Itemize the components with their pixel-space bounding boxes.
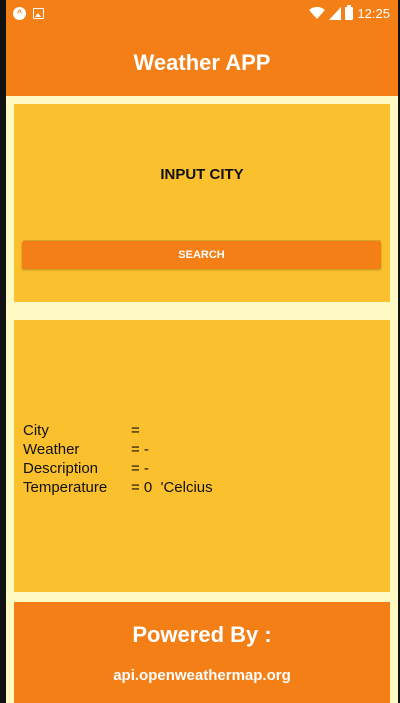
result-value: = - xyxy=(131,460,149,477)
city-input-field[interactable] xyxy=(23,228,381,243)
result-value: = xyxy=(131,422,140,439)
result-key: City xyxy=(23,422,49,439)
result-value: = 0 'Celcius xyxy=(131,479,213,496)
result-row-temperature: Temperature = 0 'Celcius xyxy=(23,478,213,497)
result-key: Temperature xyxy=(23,479,108,496)
app-screen: ^ 12:25 Weather APP INPUT CITY SEARCH Ci… xyxy=(6,0,398,703)
footer: Powered By : api.openweathermap.org xyxy=(14,602,390,703)
battery-icon xyxy=(345,5,354,20)
result-row-description: Description = - xyxy=(23,459,213,478)
result-key: Weather xyxy=(23,441,80,458)
search-button[interactable]: SEARCH xyxy=(22,241,381,269)
result-row-weather: Weather = - xyxy=(23,440,213,459)
weather-result-card: City = Weather = - Description = - Tempe… xyxy=(14,320,390,592)
result-table: City = Weather = - Description = - Tempe… xyxy=(23,421,213,497)
input-card: INPUT CITY SEARCH xyxy=(14,104,390,302)
status-bar: ^ 12:25 xyxy=(6,0,398,30)
signal-icon xyxy=(329,7,342,20)
footer-title: Powered By : xyxy=(132,622,272,647)
result-row-city: City = xyxy=(23,421,213,440)
result-key: Description xyxy=(23,460,99,477)
footer-api-link[interactable]: api.openweathermap.org xyxy=(14,667,390,684)
wifi-icon xyxy=(309,7,326,19)
app-title: Weather APP xyxy=(133,50,271,75)
status-time: 12:25 xyxy=(357,6,390,21)
input-city-label: INPUT CITY xyxy=(160,166,244,183)
status-notifications: ^ xyxy=(13,7,44,20)
result-value: = - xyxy=(131,441,149,458)
image-notification-icon xyxy=(33,8,44,19)
app-notification-icon: ^ xyxy=(13,7,26,20)
status-system: 12:25 xyxy=(309,5,390,21)
app-bar: Weather APP xyxy=(6,30,398,96)
